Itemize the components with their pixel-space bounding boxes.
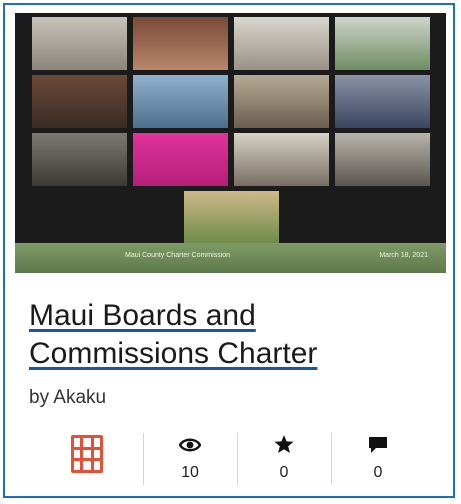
participant-tile bbox=[335, 133, 430, 186]
participant-tile bbox=[234, 75, 329, 128]
thumbnail-footer-date: March 18, 2021 bbox=[379, 252, 428, 259]
comments-stat: 0 bbox=[332, 427, 424, 489]
video-stats: 10 0 0 bbox=[49, 427, 421, 493]
video-title-line-1[interactable]: Maui Boards and bbox=[29, 297, 429, 335]
thumbnail-footer: Maui County Charter Commission March 18,… bbox=[15, 243, 446, 273]
comment-icon bbox=[369, 437, 387, 453]
participant-tile bbox=[133, 75, 228, 128]
video-title-line-2[interactable]: Commissions Charter bbox=[29, 335, 429, 373]
participant-tile bbox=[32, 17, 127, 70]
participant-tile bbox=[184, 191, 279, 244]
comments-count: 0 bbox=[373, 464, 383, 481]
video-thumbnail[interactable]: Maui County Charter Commission March 18,… bbox=[15, 13, 446, 273]
star-icon bbox=[274, 435, 294, 453]
video-byline: by Akaku bbox=[29, 387, 107, 408]
thumbnail-footer-title: Maui County Charter Commission bbox=[125, 252, 231, 259]
participant-tile bbox=[234, 17, 329, 70]
media-type bbox=[49, 427, 141, 489]
eye-icon bbox=[179, 438, 201, 452]
participant-tile bbox=[335, 75, 430, 128]
participant-tile bbox=[335, 17, 430, 70]
participant-tile bbox=[32, 75, 127, 128]
participant-tile bbox=[234, 133, 329, 186]
participant-tile bbox=[32, 133, 127, 186]
views-count: 10 bbox=[181, 464, 199, 481]
favorites-stat: 0 bbox=[238, 427, 330, 489]
film-icon bbox=[71, 435, 103, 473]
video-card[interactable]: Maui County Charter Commission March 18,… bbox=[3, 3, 455, 498]
video-title-link[interactable]: Maui Boards and Commissions Charter bbox=[29, 297, 429, 373]
participant-tile bbox=[133, 17, 228, 70]
participant-tile bbox=[133, 133, 228, 186]
views-stat: 10 bbox=[144, 427, 236, 489]
favorites-count: 0 bbox=[279, 464, 289, 481]
